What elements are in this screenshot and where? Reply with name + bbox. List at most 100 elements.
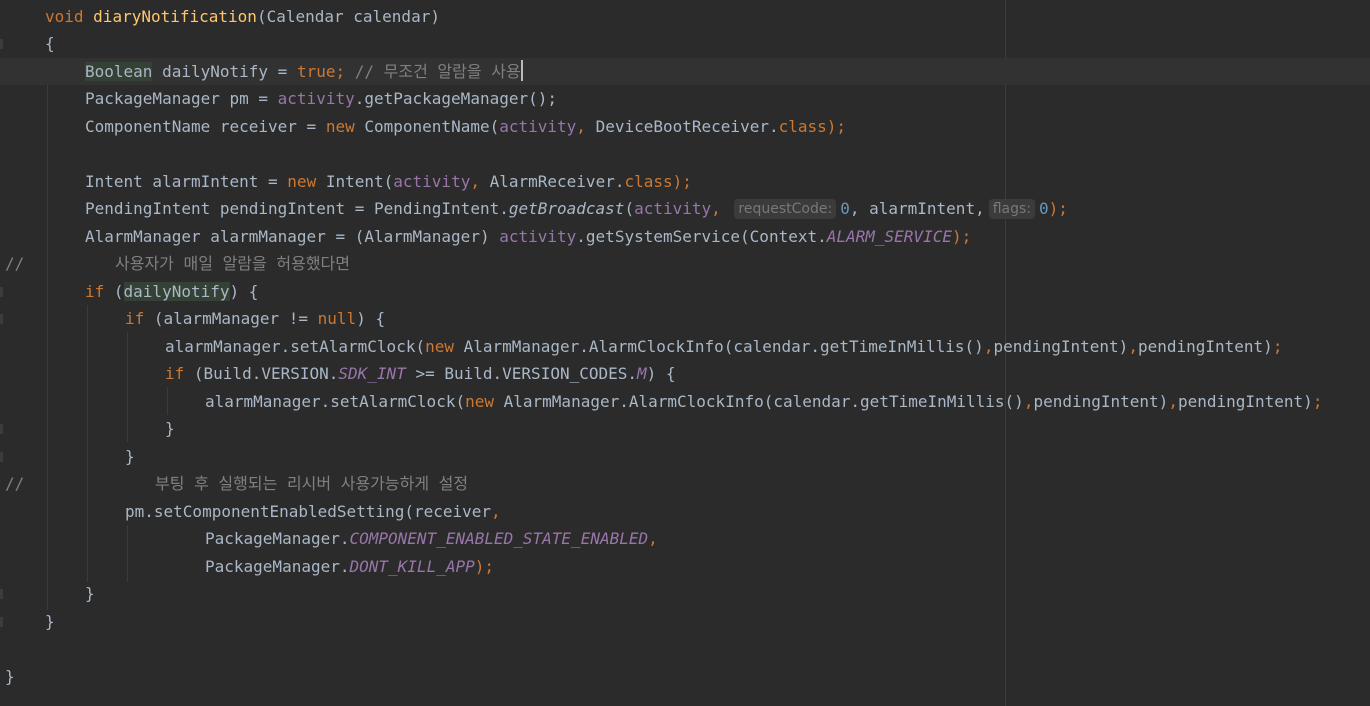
code-line[interactable]: if (dailyNotify) { xyxy=(0,278,1370,305)
field-activity: activity xyxy=(499,117,577,136)
token: pendingIntent) xyxy=(1177,392,1313,411)
number-literal: 0 xyxy=(1039,199,1049,218)
token: Intent( xyxy=(316,172,394,191)
token: dailyNotify = xyxy=(152,62,297,81)
code-line[interactable]: } xyxy=(0,443,1370,470)
token: alarmManager.setAlarmClock( xyxy=(165,337,426,356)
code-line[interactable]: PackageManager.COMPONENT_ENABLED_STATE_E… xyxy=(0,525,1370,552)
fold-marker[interactable] xyxy=(0,287,3,297)
code-line[interactable]: } xyxy=(0,415,1370,442)
keyword-new: new xyxy=(287,172,317,191)
token: ); xyxy=(672,172,692,191)
method-params: (Calendar calendar) xyxy=(256,7,440,26)
field-activity: activity xyxy=(393,172,471,191)
keyword-if: if xyxy=(125,309,145,328)
semicolon: ; xyxy=(1312,392,1323,411)
token: pendingIntent) xyxy=(1033,392,1169,411)
variable-dailynotify: dailyNotify xyxy=(123,282,230,301)
brace: } xyxy=(125,447,135,466)
comment-text: 사용자가 매일 알람을 허용했다면 xyxy=(115,254,350,273)
line-comment-marker: // xyxy=(5,474,25,493)
comma: , xyxy=(1168,392,1178,411)
keyword-new: new xyxy=(465,392,494,411)
comma: , xyxy=(648,529,658,548)
code-line[interactable]: PackageManager pm = activity.getPackageM… xyxy=(0,85,1370,112)
token: AlarmManager alarmManager = (AlarmManage… xyxy=(85,227,500,246)
text-caret xyxy=(520,60,523,81)
code-editor[interactable]: void diaryNotification(Calendar calendar… xyxy=(0,0,1370,706)
parameter-hint-flags: flags: xyxy=(988,199,1035,219)
comma: , xyxy=(576,117,586,136)
token: AlarmManager.AlarmClockInfo(calendar.get… xyxy=(454,337,984,356)
code-line[interactable]: if (Build.VERSION.SDK_INT >= Build.VERSI… xyxy=(0,360,1370,387)
static-field: SDK_INT xyxy=(338,364,406,383)
token: ); xyxy=(474,557,494,576)
static-field: COMPONENT_ENABLED_STATE_ENABLED xyxy=(349,529,649,548)
token: ); xyxy=(1048,199,1068,218)
code-line[interactable]: if (alarmManager != null) { xyxy=(0,305,1370,332)
token: ( xyxy=(624,199,635,218)
token: PackageManager. xyxy=(205,529,350,548)
token: (alarmManager != xyxy=(144,309,318,328)
comma: , xyxy=(1023,392,1034,411)
token: PackageManager. xyxy=(205,557,350,576)
line-comment-marker: // xyxy=(5,254,25,273)
token: DeviceBootReceiver. xyxy=(585,117,779,136)
code-line[interactable]: { xyxy=(0,30,1370,57)
code-line[interactable]: // 부팅 후 실행되는 리시버 사용가능하게 설정 xyxy=(0,470,1370,497)
code-line[interactable]: Intent alarmIntent = new Intent(activity… xyxy=(0,168,1370,195)
fold-marker[interactable] xyxy=(0,424,3,434)
number-literal: 0 xyxy=(840,199,850,218)
keyword-if: if xyxy=(85,282,105,301)
code-line[interactable]: PendingIntent pendingIntent = PendingInt… xyxy=(0,195,1370,222)
token: ComponentName receiver = xyxy=(85,117,326,136)
keyword-void: void xyxy=(45,7,84,26)
brace: { xyxy=(45,34,55,53)
fold-marker[interactable] xyxy=(0,617,3,627)
keyword-new: new xyxy=(425,337,454,356)
token: Intent alarmIntent = xyxy=(85,172,288,191)
token: pendingIntent) xyxy=(1137,337,1273,356)
token: AlarmReceiver. xyxy=(479,172,625,191)
static-field: M xyxy=(637,364,647,383)
keyword-if: if xyxy=(165,364,185,383)
literal-true: true; xyxy=(296,62,346,81)
comma: , xyxy=(470,172,480,191)
parameter-hint-requestcode: requestCode: xyxy=(734,199,837,219)
code-line[interactable]: pm.setComponentEnabledSetting(receiver, xyxy=(0,498,1370,525)
inline-comment: // 무조건 알람을 사용 xyxy=(345,62,521,81)
token: ) { xyxy=(356,309,386,328)
code-line[interactable]: } xyxy=(0,663,1370,690)
code-line[interactable]: } xyxy=(0,580,1370,607)
token: >= Build.VERSION_CODES. xyxy=(405,364,638,383)
token: ); xyxy=(951,227,972,246)
fold-marker[interactable] xyxy=(0,314,3,324)
code-line[interactable]: AlarmManager alarmManager = (AlarmManage… xyxy=(0,223,1370,250)
code-line[interactable]: // 사용자가 매일 알람을 허용했다면 xyxy=(0,250,1370,277)
static-field: DONT_KILL_APP xyxy=(349,557,475,576)
token: AlarmManager.AlarmClockInfo(calendar.get… xyxy=(494,392,1024,411)
keyword-class: class xyxy=(624,172,673,191)
current-code-line[interactable]: Boolean dailyNotify = true; // 무조건 알람을 사… xyxy=(0,58,1370,85)
fold-marker[interactable] xyxy=(0,39,3,49)
brace: } xyxy=(45,612,55,631)
code-line[interactable]: } xyxy=(0,608,1370,635)
code-line[interactable]: alarmManager.setAlarmClock(new AlarmMana… xyxy=(0,333,1370,360)
code-line[interactable]: void diaryNotification(Calendar calendar… xyxy=(0,3,1370,30)
brace: } xyxy=(165,419,175,438)
code-line[interactable]: PackageManager.DONT_KILL_APP); xyxy=(0,553,1370,580)
field-activity: activity xyxy=(634,199,712,218)
type-boolean: Boolean xyxy=(85,62,153,81)
field-activity: activity xyxy=(277,89,355,108)
code-line[interactable]: alarmManager.setAlarmClock(new AlarmMana… xyxy=(0,388,1370,415)
token: , alarmIntent, xyxy=(849,199,985,218)
token: .getSystemService(Context. xyxy=(576,227,827,246)
fold-marker[interactable] xyxy=(0,452,3,462)
token: .getPackageManager(); xyxy=(354,89,558,108)
literal-null: null xyxy=(317,309,357,328)
token: ) { xyxy=(646,364,676,383)
token: pendingIntent) xyxy=(993,337,1129,356)
code-line[interactable]: ComponentName receiver = new ComponentNa… xyxy=(0,113,1370,140)
fold-marker[interactable] xyxy=(0,589,3,599)
token: ComponentName( xyxy=(354,117,500,136)
